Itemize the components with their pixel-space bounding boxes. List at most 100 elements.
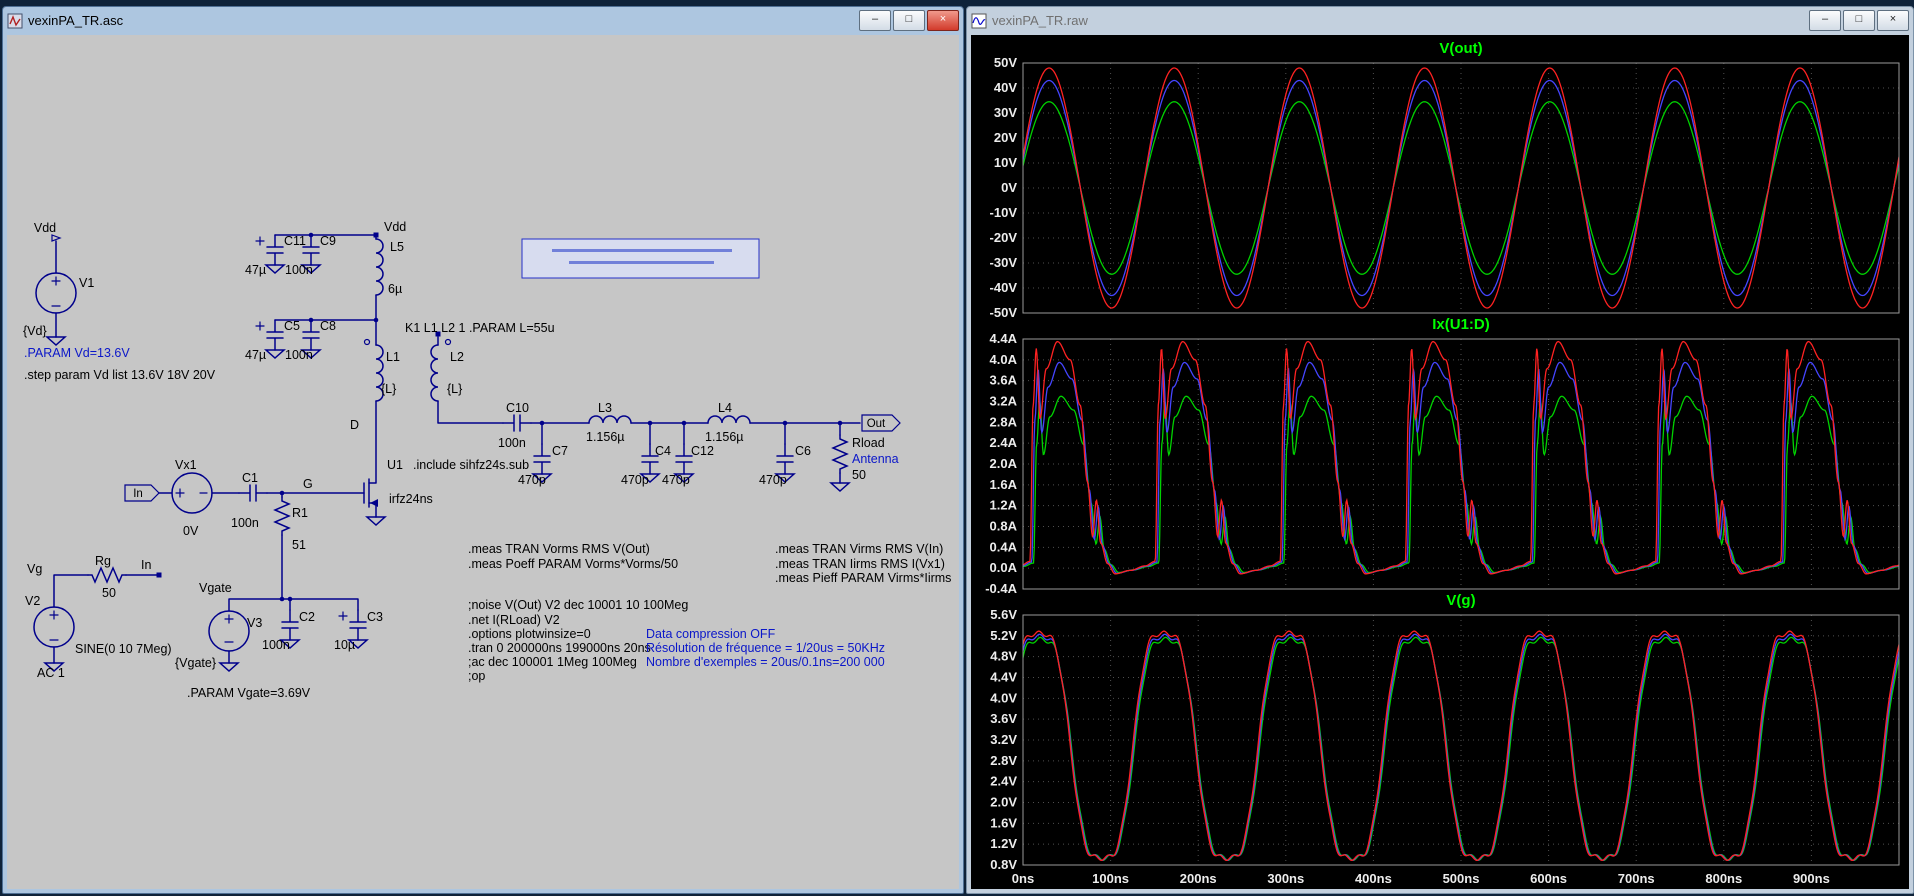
net-label-in[interactable]: In: [141, 558, 151, 572]
svg-text:47µ[interactable]: 47µ: [245, 348, 266, 362]
svg-text:1.156µ[interactable]: 1.156µ: [705, 430, 743, 444]
svg-text:C2[interactable]: C2: [299, 610, 315, 624]
inductor-l4[interactable]: L4 1.156µ: [705, 401, 750, 444]
svg-text:V1[interactable]: V1: [79, 276, 94, 290]
close-button[interactable]: ×: [927, 10, 959, 31]
minimize-button[interactable]: –: [859, 10, 891, 31]
directive-options[interactable]: .options plotwinsize=0: [468, 627, 591, 641]
wires[interactable]: [54, 235, 860, 663]
pane-V(out)[interactable]: V(out)50V40V30V20V10V0V-10V-20V-30V-40V-…: [990, 40, 1899, 320]
voltage-source-v2[interactable]: V2 SINE(0 10 7Meg) AC 1: [25, 594, 172, 680]
svg-text:470p[interactable]: 470p: [759, 473, 787, 487]
waveform-plot-area[interactable]: V(out)50V40V30V20V10V0V-10V-20V-30V-40V-…: [971, 35, 1909, 889]
svg-text:6µ[interactable]: 6µ: [388, 282, 402, 296]
minimize-button[interactable]: –: [1809, 10, 1841, 31]
svg-text:50[interactable]: 50: [852, 468, 866, 482]
svg-text:100n[interactable]: 100n: [498, 436, 526, 450]
svg-text:C12[interactable]: C12: [691, 444, 714, 458]
svg-text:L1[interactable]: L1: [386, 350, 400, 364]
inductor-l3[interactable]: L3 1.156µ: [586, 401, 631, 444]
pane-V(g)[interactable]: V(g)5.6V5.2V4.8V4.4V4.0V3.6V3.2V2.8V2.4V…: [990, 592, 1899, 872]
svg-text:C1[interactable]: C1: [242, 471, 258, 485]
svg-text:{L}[interactable]: {L}: [447, 382, 462, 396]
svg-text:L3[interactable]: L3: [598, 401, 612, 415]
svg-text:C7[interactable]: C7: [552, 444, 568, 458]
svg-text:L5[interactable]: L5: [390, 240, 404, 254]
inductor-l2[interactable]: L2 {L}: [431, 340, 464, 402]
svg-text:C6[interactable]: C6: [795, 444, 811, 458]
net-label-vgate[interactable]: Vgate: [199, 581, 232, 595]
out-port[interactable]: Out: [862, 415, 900, 431]
svg-text:C9[interactable]: C9: [320, 234, 336, 248]
fine-print-box[interactable]: [522, 239, 759, 278]
svg-text:470p[interactable]: 470p: [518, 473, 546, 487]
capacitor-c10[interactable]: C10 100n: [498, 401, 531, 450]
svg-text:470p[interactable]: 470p: [662, 473, 690, 487]
net-label-d[interactable]: D: [350, 418, 359, 432]
net-label-vdd[interactable]: Vdd: [34, 221, 56, 235]
directive-ac[interactable]: ;ac dec 100001 1Meg 100Meg: [468, 655, 637, 669]
voltage-source-v3[interactable]: V3 {Vgate}: [175, 611, 262, 671]
net-label-g[interactable]: G: [303, 477, 313, 491]
resistor-rg[interactable]: Rg 50: [88, 554, 126, 600]
waveform-window[interactable]: vexinPA_TR.raw – □ × V(out)50V40V30V20V1…: [966, 6, 1914, 894]
svg-text:SINE(0 10 7Meg)[interactable]: SINE(0 10 7Meg): [75, 642, 172, 656]
capacitor-c3[interactable]: C3 10µ: [334, 610, 383, 652]
svg-text:51[interactable]: 51: [292, 538, 306, 552]
pane-Ix(U1:D)[interactable]: Ix(U1:D)4.4A4.0A3.6A3.2A2.8A2.4A2.0A1.6A…: [985, 316, 1899, 596]
svg-text:C11[interactable]: C11: [284, 234, 306, 248]
directive-meas-virms[interactable]: .meas TRAN Virms RMS V(In): [775, 542, 943, 556]
capacitor-c2[interactable]: C2 100n: [262, 610, 315, 652]
svg-text:{L}[interactable]: {L}: [381, 382, 396, 396]
svg-text:C3[interactable]: C3: [367, 610, 383, 624]
schematic-window[interactable]: vexinPA_TR.asc – □ ×: [2, 6, 964, 894]
svg-text:AC 1[interactable]: AC 1: [37, 666, 65, 680]
svg-text:R1[interactable]: R1: [292, 506, 308, 520]
svg-text:Rload[interactable]: Rload: [852, 436, 885, 450]
svg-text:L2[interactable]: L2: [450, 350, 464, 364]
maximize-button[interactable]: □: [1843, 10, 1875, 31]
svg-text:100n[interactable]: 100n: [285, 348, 313, 362]
svg-text:50[interactable]: 50: [102, 586, 116, 600]
svg-text:L4[interactable]: L4: [718, 401, 732, 415]
svg-text:irfz24ns[interactable]: irfz24ns: [389, 492, 433, 506]
svg-text:100n[interactable]: 100n: [231, 516, 259, 530]
capacitor-c1[interactable]: C1 100n: [231, 471, 267, 530]
inductor-l1[interactable]: L1 {L}: [365, 340, 400, 402]
svg-text:V3[interactable]: V3: [247, 616, 262, 630]
net-label-vdd2[interactable]: Vdd: [384, 220, 406, 234]
directive-include[interactable]: .include sihfz24s.sub: [413, 458, 529, 472]
directive-op[interactable]: ;op: [468, 669, 485, 683]
inductor-l5[interactable]: L5 6µ: [376, 239, 404, 296]
voltage-source-v1[interactable]: Vdd V1 {Vd}: [23, 221, 94, 345]
svg-text:{Vd}[interactable]: {Vd}: [23, 324, 47, 338]
svg-text:C8[interactable]: C8: [320, 319, 336, 333]
svg-text:C5[interactable]: C5: [284, 319, 300, 333]
svg-text:U1[interactable]: U1: [387, 458, 403, 472]
capacitor-c6[interactable]: C6 470p: [759, 444, 811, 487]
ltspice-waveform-icon[interactable]: [971, 13, 987, 29]
svg-text:{Vgate}[interactable]: {Vgate}: [175, 656, 216, 670]
comment-info3[interactable]: Nombre d'exemples = 20us/0.1ns=200 000: [646, 655, 885, 669]
comment-info1[interactable]: Data compression OFF: [646, 627, 776, 641]
directive-noise[interactable]: ;noise V(Out) V2 dec 10001 10 100Meg: [468, 598, 688, 612]
directive-meas-iirms[interactable]: .meas TRAN Iirms RMS I(Vx1): [775, 557, 945, 571]
svg-text:470p[interactable]: 470p: [621, 473, 649, 487]
directive-tran[interactable]: .tran 0 200000ns 199000ns 20ns: [468, 641, 651, 655]
svg-text:Antenna[interactable]: Antenna: [852, 452, 899, 466]
directive-k1[interactable]: K1 L1 L2 1 .PARAM L=55u: [405, 321, 555, 335]
resistor-rload[interactable]: Rload Antenna 50: [831, 435, 899, 491]
comment-info2[interactable]: Résolution de fréquence = 1/20us = 50KHz: [646, 641, 885, 655]
svg-text:Vx1[interactable]: Vx1: [175, 458, 197, 472]
svg-text:V2[interactable]: V2: [25, 594, 40, 608]
maximize-button[interactable]: □: [893, 10, 925, 31]
svg-text:100n[interactable]: 100n: [262, 638, 290, 652]
directive-meas-pieff[interactable]: .meas Pieff PARAM Virms*Iirms: [775, 571, 951, 585]
schematic-canvas[interactable]: Vdd V1 {Vd} .PARAM Vd=13.6V .step param …: [7, 35, 959, 889]
directive-param-vgate[interactable]: .PARAM Vgate=3.69V: [187, 686, 311, 700]
directive-param-vd[interactable]: .PARAM Vd=13.6V: [24, 346, 130, 360]
svg-text:C4[interactable]: C4: [655, 444, 671, 458]
waveform-titlebar[interactable]: vexinPA_TR.raw – □ ×: [967, 7, 1913, 34]
directive-net[interactable]: .net I(RLoad) V2: [468, 613, 560, 627]
svg-text:10µ[interactable]: 10µ: [334, 638, 355, 652]
